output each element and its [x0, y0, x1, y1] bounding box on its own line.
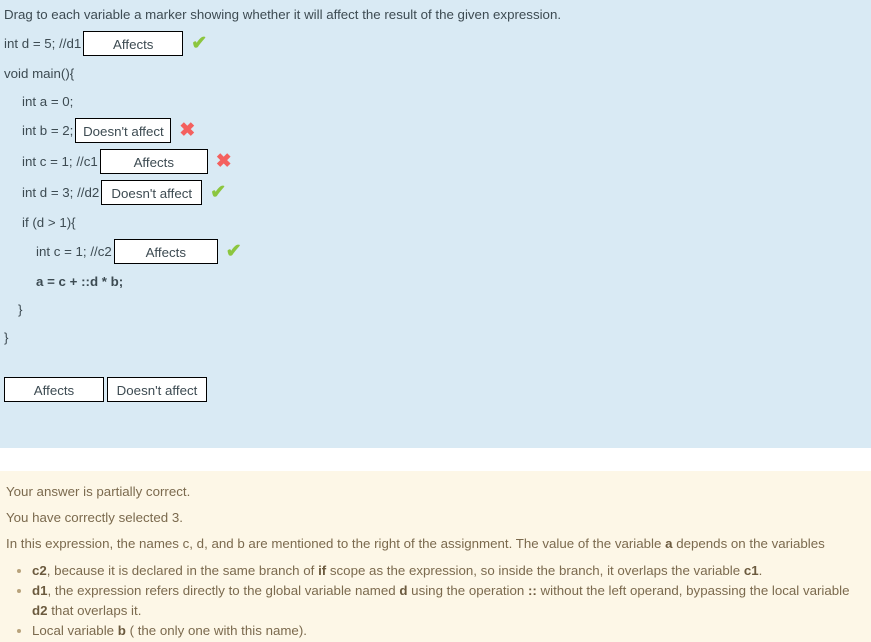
feedback-explanation-part: depends on the variables	[672, 536, 825, 551]
drag-token[interactable]: Doesn't affect	[107, 377, 207, 402]
question-prompt: Drag to each variable a marker showing w…	[4, 7, 562, 22]
feedback-bullet-part: ( the only one with this name).	[125, 623, 307, 638]
feedback-explanation-part: a	[665, 536, 673, 551]
code-line-text: int a = 0;	[22, 93, 74, 109]
drop-slot[interactable]: Affects	[113, 239, 218, 264]
code-line-text: int d = 5; //d1	[4, 36, 82, 51]
feedback-bullet-item: d1, the expression refers directly to th…	[32, 581, 863, 621]
drop-slot[interactable]: Affects	[99, 149, 208, 174]
feedback-bullet-part: Local variable	[32, 623, 118, 638]
code-line-text: int b = 2;	[22, 123, 74, 138]
feedback-bullet-part: d2	[32, 603, 48, 618]
drop-slot[interactable]: Doesn't affect	[75, 118, 172, 143]
code-line-text: a = c + ::d * b;	[36, 273, 124, 289]
drop-slot[interactable]: Doesn't affect	[101, 180, 203, 205]
code-line: int b = 2; Doesn't affect ✖	[0, 115, 871, 146]
panel-divider	[0, 448, 871, 471]
feedback-score: You have correctly selected 3.	[6, 510, 183, 525]
code-line: int d = 5; //d1 Affects ✔	[0, 28, 871, 59]
feedback-bullet-part: c1	[743, 563, 759, 578]
code-line: int a = 0;	[0, 87, 871, 115]
code-block: int d = 5; //d1 Affects ✔ void main(){int a…	[0, 28, 871, 351]
feedback-bullet-part: using the operation	[407, 583, 528, 598]
feedback-bullet-part: , the expression refers directly to the …	[47, 583, 400, 598]
feedback-explanation-part: In this expression, the names c, d, and …	[6, 536, 666, 551]
code-line: int c = 1; //c1 Affects ✖	[0, 146, 871, 177]
feedback-bullet-part: , because it is declared in the same bra…	[46, 563, 319, 578]
correct-check-icon: ✔	[225, 241, 242, 262]
code-line-text: int c = 1; //c1	[22, 154, 98, 169]
feedback-explanation: In this expression, the names c, d, and …	[6, 535, 863, 553]
code-line-text: }	[18, 301, 23, 317]
code-line-text: int d = 3; //d2	[22, 185, 100, 200]
feedback-bullet-part: b	[117, 623, 126, 638]
feedback-bullet-part: ::	[527, 583, 537, 598]
code-line: int d = 3; //d2 Doesn't affect ✔	[0, 177, 871, 208]
feedback-bullet-list: c2, because it is declared in the same b…	[6, 561, 863, 641]
drop-slot[interactable]: Affects	[83, 31, 184, 56]
feedback-bullet-part: that overlaps it.	[47, 603, 142, 618]
feedback-bullet-part: c2	[32, 563, 47, 578]
feedback-bullet-part: scope as the expression, so inside the b…	[326, 563, 744, 578]
drag-token[interactable]: Affects	[4, 377, 104, 402]
feedback-bullet-item: Local variable b ( the only one with thi…	[32, 621, 863, 641]
correct-check-icon: ✔	[191, 33, 208, 54]
feedback-bullet-part: without the left operand, bypassing the …	[536, 583, 850, 598]
code-line: if (d > 1){	[0, 208, 871, 236]
question-panel: Drag to each variable a marker showing w…	[0, 0, 871, 448]
correct-check-icon: ✔	[210, 182, 227, 203]
code-line: int c = 1; //c2 Affects ✔	[0, 236, 871, 267]
code-line: }	[0, 295, 871, 323]
feedback-bullet-part: if	[318, 563, 327, 578]
drag-token-bank: Affects Doesn't affect	[0, 377, 871, 402]
incorrect-cross-icon: ✖	[179, 120, 196, 141]
code-line-text: }	[4, 329, 9, 345]
code-line: void main(){	[0, 59, 871, 87]
incorrect-cross-icon: ✖	[215, 151, 232, 172]
code-line-text: void main(){	[4, 65, 75, 81]
feedback-bullet-part: d1	[32, 583, 48, 598]
feedback-bullet-item: c2, because it is declared in the same b…	[32, 561, 863, 581]
feedback-bullet-part: .	[758, 563, 763, 578]
code-line: }	[0, 323, 871, 351]
code-line-text: if (d > 1){	[22, 214, 76, 230]
feedback-panel: Your answer is partially correct. You ha…	[0, 471, 871, 642]
code-line: a = c + ::d * b;	[0, 267, 871, 295]
code-line-text: int c = 1; //c2	[36, 244, 112, 259]
feedback-status: Your answer is partially correct.	[6, 484, 191, 499]
